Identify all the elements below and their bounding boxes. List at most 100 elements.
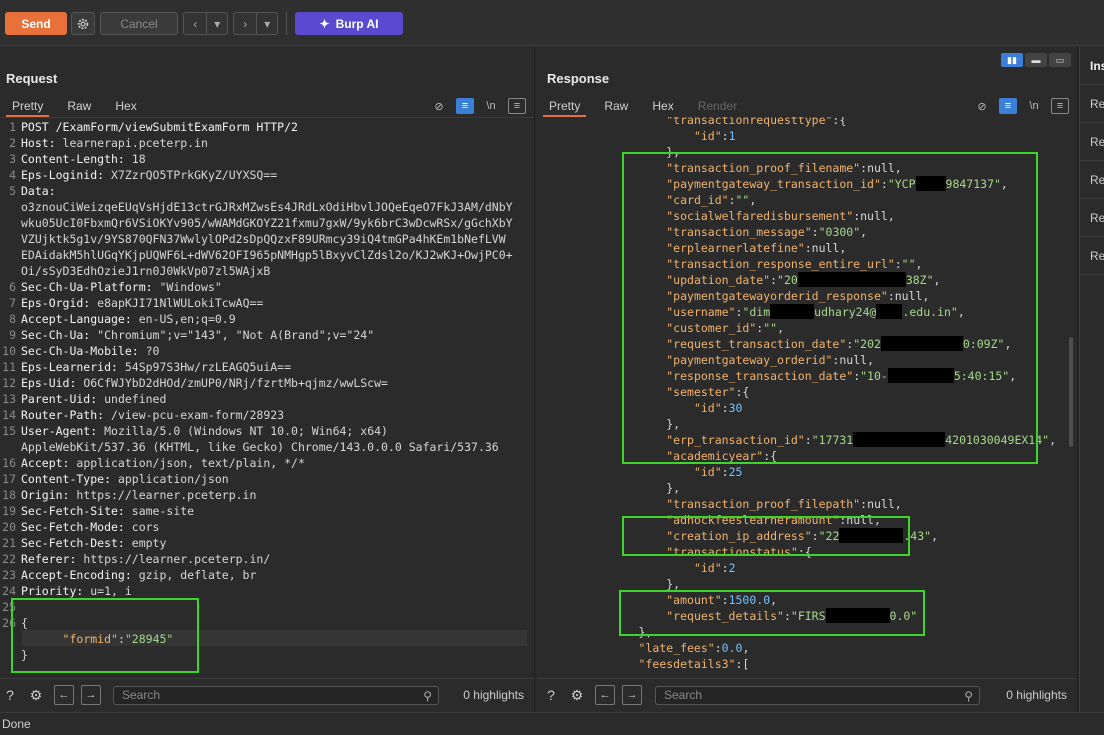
menu-icon[interactable]: ≡ xyxy=(508,98,526,114)
wrap-lines-icon[interactable]: ≡ xyxy=(456,98,474,114)
settings-gear-icon[interactable]: ⚙ xyxy=(26,685,46,705)
line-number: 8 xyxy=(9,312,16,326)
code-line: "request_transaction_date":"202 0:09Z", xyxy=(597,336,1011,352)
code-line: "transactionstatus":{ xyxy=(597,544,811,560)
main-toolbar: Send Cancel ‹ ▾ › ▾ ✦ Burp AI xyxy=(0,0,1104,46)
code-token: , xyxy=(957,305,965,319)
cancel-button[interactable]: Cancel xyxy=(100,12,178,35)
newline-toggle-icon[interactable]: \n xyxy=(1025,98,1043,114)
settings-gear-icon[interactable]: ⚙ xyxy=(567,685,587,705)
request-title: Request xyxy=(6,71,58,86)
hide-eye-icon[interactable]: ⊘ xyxy=(430,98,448,114)
code-token: : xyxy=(804,241,812,255)
menu-icon[interactable]: ≡ xyxy=(1051,98,1069,114)
line-number: 11 xyxy=(2,360,16,374)
help-icon[interactable]: ? xyxy=(541,685,561,705)
code-line: 26 { xyxy=(0,615,28,631)
inspector-item[interactable]: Re xyxy=(1080,199,1104,237)
next-match-icon[interactable]: → xyxy=(622,685,642,705)
code-token: "late_fees" xyxy=(638,641,715,655)
code-token: Mozilla/5.0 (Windows NT 10.0; Win64; x64… xyxy=(104,424,388,438)
code-token: Host: xyxy=(21,136,63,150)
code-token: empty xyxy=(131,536,167,550)
newline-toggle-icon[interactable]: \n xyxy=(482,98,500,114)
code-token: , xyxy=(839,241,847,255)
inspector-item[interactable]: Re xyxy=(1080,123,1104,161)
hide-eye-icon[interactable]: ⊘ xyxy=(973,98,991,114)
code-token: 1 xyxy=(728,129,736,143)
forward-history-dropdown[interactable]: ▾ xyxy=(257,13,277,34)
code-token: /view-pcu-exam-form/28923 xyxy=(111,408,285,422)
code-line: "id":2 xyxy=(597,560,736,576)
code-token: null xyxy=(867,161,895,175)
tab-raw[interactable]: Raw xyxy=(55,95,103,117)
inspector-item[interactable]: Re xyxy=(1080,237,1104,275)
wrap-lines-icon[interactable]: ≡ xyxy=(999,98,1017,114)
tab-render[interactable]: Render xyxy=(686,95,749,117)
code-token: "paymentgatewayorderid_response" xyxy=(666,289,888,303)
line-number: 4 xyxy=(9,168,16,182)
code-token: undefined xyxy=(104,392,167,406)
layout-toggle: ▮▮ ▬ ▭ xyxy=(1001,53,1071,67)
code-line: EDAidakM5hlUGqYKjpUQWF6L+dWV62OFI965pNMH… xyxy=(0,247,513,263)
help-icon[interactable]: ? xyxy=(0,685,20,705)
code-line: "response_transaction_date":"10- 5:40:15"… xyxy=(597,368,1016,384)
code-line: 18 Origin: https://learner.pceterp.in xyxy=(0,487,256,503)
code-line: "transaction_response_entire_url":"", xyxy=(597,256,922,272)
code-token: : xyxy=(811,529,819,543)
line-number: 10 xyxy=(2,344,16,358)
line-number: 2 xyxy=(9,136,16,150)
code-line: "paymentgateway_orderid":null, xyxy=(597,352,874,368)
settings-gear-button[interactable] xyxy=(71,12,95,35)
forward-button[interactable]: › xyxy=(234,13,258,34)
previous-match-icon[interactable]: ← xyxy=(595,685,615,705)
code-token: }, xyxy=(597,145,681,159)
send-button[interactable]: Send xyxy=(5,12,67,35)
tab-raw[interactable]: Raw xyxy=(592,95,640,117)
back-button[interactable]: ‹ xyxy=(184,13,208,34)
inspector-item[interactable]: Re xyxy=(1080,161,1104,199)
code-token: cors xyxy=(131,520,160,534)
code-token: , xyxy=(915,257,923,271)
code-token: : xyxy=(894,257,902,271)
code-token: }, xyxy=(597,625,653,639)
burp-ai-button[interactable]: ✦ Burp AI xyxy=(295,12,403,35)
code-token: udhary24@ xyxy=(814,305,877,319)
previous-match-icon[interactable]: ← xyxy=(54,685,74,705)
code-token: "customer_id" xyxy=(666,321,757,335)
line-number: 13 xyxy=(2,392,16,406)
response-search-input[interactable]: Search ⚲ xyxy=(655,686,980,705)
layout-side-by-side-icon[interactable]: ▮▮ xyxy=(1001,53,1023,67)
code-token: "transaction_response_entire_url" xyxy=(666,257,895,271)
tab-pretty[interactable]: Pretty xyxy=(537,95,592,117)
request-search-input[interactable]: Search ⚲ xyxy=(113,686,439,705)
request-editor[interactable]: 1 POST /ExamForm/viewSubmitExamForm HTTP/… xyxy=(0,117,534,677)
inspector-item[interactable]: Re xyxy=(1080,85,1104,123)
next-match-icon[interactable]: → xyxy=(81,685,101,705)
response-editor[interactable]: "transactionrequesttype":{ "id":1 }, "tr… xyxy=(537,117,1077,677)
code-token: , xyxy=(894,161,902,175)
code-token: Origin: xyxy=(21,488,77,502)
back-history-dropdown[interactable]: ▾ xyxy=(207,13,227,34)
response-scrollbar[interactable] xyxy=(1069,337,1073,447)
code-token: Priority: xyxy=(21,584,91,598)
code-token: 1500.0 xyxy=(728,593,771,607)
code-line: 22 Referer: https://learner.pceterp.in/ xyxy=(0,551,270,567)
layout-stacked-icon[interactable]: ▬ xyxy=(1025,53,1047,67)
code-token: "amount" xyxy=(666,593,722,607)
code-token: "socialwelfaredisbursement" xyxy=(666,209,854,223)
layout-tabs-icon[interactable]: ▭ xyxy=(1049,53,1071,67)
tab-hex[interactable]: Hex xyxy=(640,95,685,117)
request-highlights-count: 0 highlights xyxy=(463,688,524,702)
tab-pretty[interactable]: Pretty xyxy=(0,95,55,117)
code-token: null xyxy=(894,289,923,303)
tab-hex[interactable]: Hex xyxy=(103,95,148,117)
